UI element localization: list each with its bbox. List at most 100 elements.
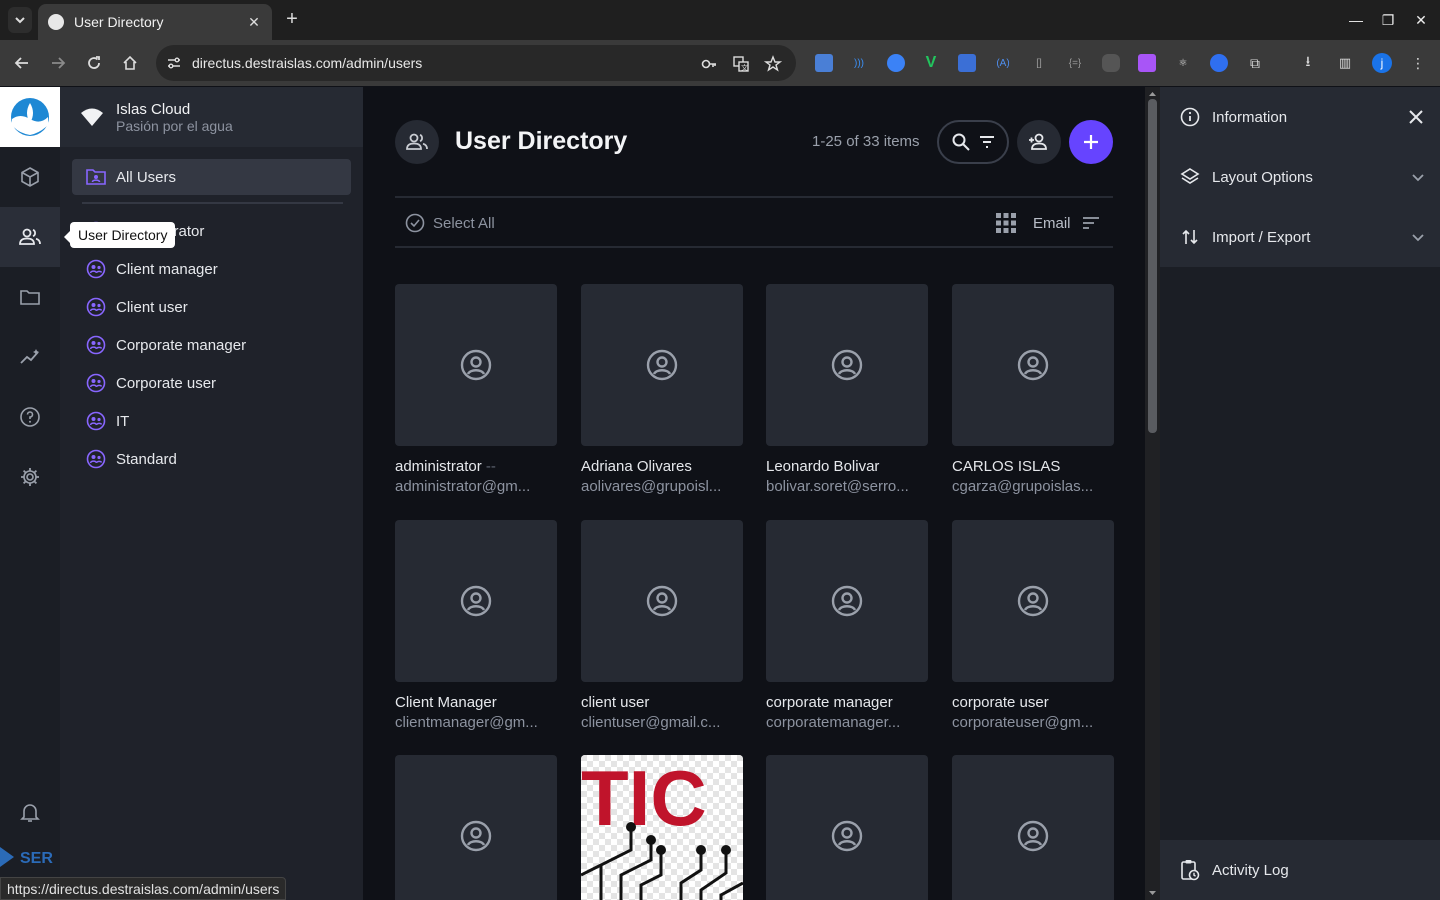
notifications-button[interactable] (18, 800, 42, 824)
user-card[interactable]: TIC (581, 755, 743, 900)
role-icon (86, 297, 106, 317)
nav-item-role-4[interactable]: Corporate manager (72, 327, 351, 363)
account-circle-icon (460, 349, 492, 381)
user-card[interactable]: Leonardo Bolivar bolivar.soret@serro... (766, 284, 928, 495)
select-all-label: Select All (433, 214, 495, 232)
information-section[interactable]: Information (1180, 105, 1425, 129)
import-export-section[interactable]: Import / Export (1180, 225, 1425, 249)
module-settings[interactable] (0, 447, 60, 507)
extension-a-icon[interactable]: (A) (994, 54, 1012, 72)
nav-item-role-7[interactable]: Standard (72, 441, 351, 477)
arrow-left-icon (14, 57, 28, 69)
extension-circle-icon[interactable] (887, 54, 905, 72)
bookmark-star-icon[interactable] (764, 55, 782, 73)
user-card[interactable]: CARLOS ISLAS cgarza@grupoislas... (952, 284, 1114, 495)
extension-json-icon[interactable]: {=} (1066, 54, 1084, 72)
module-files[interactable] (0, 267, 60, 327)
user-card[interactable]: administrator -- administrator@gm... (395, 284, 557, 495)
search-filter-control[interactable] (937, 120, 1009, 164)
close-tab-icon[interactable]: ✕ (246, 14, 262, 30)
main-scrollbar[interactable] (1145, 87, 1160, 900)
select-all-button[interactable]: Select All (405, 213, 495, 233)
sort-direction-button[interactable] (1081, 213, 1101, 233)
module-content[interactable] (0, 147, 60, 207)
avatar-placeholder (395, 284, 557, 446)
extension-wave-icon[interactable]: ))) (850, 54, 868, 72)
project-logo[interactable] (0, 87, 60, 147)
translate-icon[interactable]: 文 (732, 55, 750, 73)
info-icon (1180, 107, 1200, 127)
module-insights[interactable] (0, 327, 60, 387)
user-card[interactable] (395, 755, 557, 900)
people-icon (19, 228, 41, 245)
project-info[interactable]: Islas Cloud Pasión por el agua (60, 87, 363, 147)
module-help[interactable] (0, 387, 60, 447)
side-panel-icon[interactable]: ▥ (1336, 54, 1354, 72)
layout-options-label: Layout Options (1212, 168, 1313, 186)
forward-button[interactable] (48, 53, 68, 73)
nav-item-all-users[interactable]: All Users (72, 159, 351, 195)
user-card[interactable]: Client Manager clientmanager@gm... (395, 520, 557, 731)
grid-icon (996, 213, 1016, 233)
insights-icon (20, 349, 39, 364)
user-card[interactable]: client user clientuser@gmail.c... (581, 520, 743, 731)
create-user-button[interactable] (1069, 120, 1113, 164)
user-card[interactable]: corporate user corporateuser@gm... (952, 520, 1114, 731)
user-name: client user (581, 694, 650, 711)
close-window-button[interactable]: ✕ (1411, 10, 1431, 30)
download-icon[interactable]: ⭳ (1299, 53, 1317, 72)
account-circle-icon (646, 585, 678, 617)
activity-log-button[interactable]: Activity Log (1180, 858, 1425, 882)
folder-icon (20, 290, 40, 305)
extension-robot-icon[interactable] (1102, 54, 1120, 72)
tab-search-button[interactable] (8, 7, 32, 33)
extension-docs-icon[interactable] (815, 54, 833, 72)
new-tab-button[interactable]: + (282, 9, 302, 29)
user-card[interactable] (766, 755, 928, 900)
address-bar[interactable]: directus.destraislas.com/admin/users 文 (156, 45, 796, 81)
people-icon (406, 133, 428, 150)
browser-tab-active[interactable]: User Directory ✕ (38, 4, 272, 40)
back-button[interactable] (12, 53, 32, 73)
user-email: clientuser@gmail.c... (581, 714, 721, 731)
minimize-window-button[interactable]: — (1346, 10, 1366, 30)
nav-item-role-2[interactable]: Client manager (72, 251, 351, 287)
nav-divider (82, 202, 343, 204)
browser-menu-icon[interactable]: ⋮ (1409, 54, 1427, 72)
profile-avatar[interactable]: j (1372, 53, 1392, 73)
page-title: User Directory (455, 127, 628, 155)
reload-button[interactable] (84, 53, 104, 73)
user-email: administrator@gm... (395, 478, 531, 495)
bell-icon (20, 804, 40, 822)
activity-log-section[interactable]: Activity Log (1160, 840, 1440, 900)
extension-react-icon[interactable]: ⚛ (1174, 54, 1192, 72)
invite-user-button[interactable] (1017, 120, 1061, 164)
sidebar-sections: Information Layout Options Import / Expo… (1160, 87, 1440, 267)
card-size-button[interactable] (995, 212, 1017, 234)
module-tooltip: User Directory (63, 222, 176, 248)
module-users[interactable] (0, 207, 60, 267)
user-card[interactable]: Adriana Olivares aolivares@grupoisl... (581, 284, 743, 495)
extension-translate-icon[interactable] (958, 54, 976, 72)
nav-item-role-5[interactable]: Corporate user (72, 365, 351, 401)
avatar-placeholder (766, 755, 928, 900)
nav-item-role-3[interactable]: Client user (72, 289, 351, 325)
extension-blue-dot-icon[interactable] (1210, 54, 1228, 72)
user-name: administrator (395, 458, 482, 475)
close-icon[interactable] (1407, 108, 1425, 126)
scrollbar-thumb[interactable] (1148, 99, 1157, 433)
extension-color-icon[interactable] (1138, 54, 1156, 72)
home-button[interactable] (120, 53, 140, 73)
user-card[interactable] (952, 755, 1114, 900)
nav-item-role-6[interactable]: IT (72, 403, 351, 439)
key-icon[interactable] (700, 55, 718, 73)
extension-vue-icon[interactable]: V (922, 54, 940, 72)
layout-options-section[interactable]: Layout Options (1180, 165, 1425, 189)
user-card[interactable]: corporate manager corporatemanager... (766, 520, 928, 731)
chevron-down-icon (1412, 234, 1424, 242)
restore-window-button[interactable]: ❐ (1378, 10, 1398, 30)
account-circle-icon (1017, 349, 1049, 381)
extension-bracket-icon[interactable]: [] (1030, 54, 1048, 72)
sort-field-dropdown[interactable]: Email (1033, 215, 1071, 232)
extensions-puzzle-icon[interactable]: ⧉ (1246, 54, 1264, 72)
